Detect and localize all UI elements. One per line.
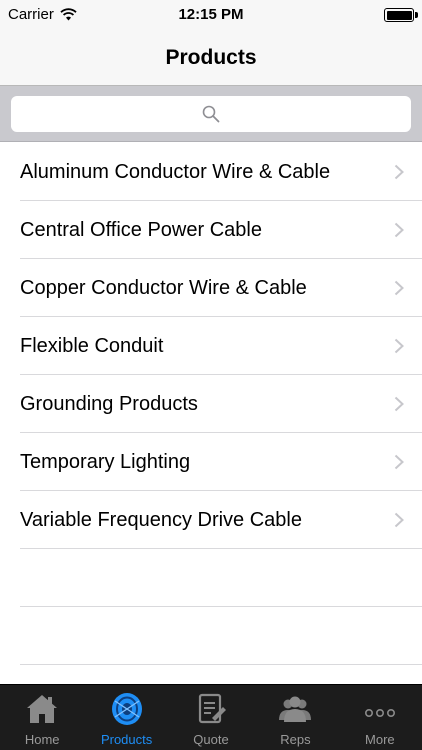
product-row[interactable]: Variable Frequency Drive Cable <box>0 491 422 549</box>
battery-icon <box>384 8 418 22</box>
search-input[interactable] <box>11 96 411 132</box>
cable-reel-icon <box>111 693 142 725</box>
empty-row <box>0 607 422 665</box>
more-icon <box>364 708 395 717</box>
battery-tip <box>415 12 418 18</box>
tab-label: Products <box>100 732 153 747</box>
product-row[interactable]: Aluminum Conductor Wire & Cable <box>0 143 422 201</box>
tab-more[interactable]: More <box>338 685 422 750</box>
product-row[interactable]: Central Office Power Cable <box>0 201 422 259</box>
quote-icon <box>198 693 227 724</box>
product-row[interactable]: Temporary Lighting <box>0 433 422 491</box>
tab-bar: Home Products Quote Reps More <box>0 684 422 750</box>
tab-quote[interactable]: Quote <box>169 685 253 750</box>
empty-row <box>0 549 422 607</box>
tab-home[interactable]: Home <box>0 685 84 750</box>
product-label: Grounding Products <box>20 392 198 415</box>
product-label: Temporary Lighting <box>20 450 191 473</box>
chevron-right-icon <box>394 396 404 412</box>
product-label: Variable Frequency Drive Cable <box>20 508 302 531</box>
product-list: Aluminum Conductor Wire & Cable Central … <box>0 143 422 665</box>
status-bar: Carrier 12:15 PM <box>0 0 422 30</box>
chevron-right-icon <box>394 222 404 238</box>
chevron-right-icon <box>394 512 404 528</box>
people-icon <box>279 696 312 722</box>
status-time: 12:15 PM <box>178 6 244 23</box>
tab-label: Reps <box>280 732 311 747</box>
battery-fill <box>386 10 412 20</box>
tab-products[interactable]: Products <box>84 685 168 750</box>
chevron-right-icon <box>394 280 404 296</box>
product-row[interactable]: Flexible Conduit <box>0 317 422 375</box>
chevron-right-icon <box>394 454 404 470</box>
chevron-right-icon <box>394 164 404 180</box>
product-row[interactable]: Copper Conductor Wire & Cable <box>0 259 422 317</box>
search-bar-container <box>0 86 422 142</box>
tab-label: Quote <box>193 732 229 747</box>
product-label: Flexible Conduit <box>20 334 164 357</box>
product-label: Central Office Power Cable <box>20 218 262 241</box>
product-label: Copper Conductor Wire & Cable <box>20 276 307 299</box>
product-label: Aluminum Conductor Wire & Cable <box>20 160 331 183</box>
search-icon <box>202 105 220 123</box>
page-title: Products <box>165 45 257 69</box>
tab-label: Home <box>24 732 60 747</box>
tab-label: More <box>365 732 395 747</box>
navigation-bar: Products <box>0 30 422 86</box>
home-icon <box>27 695 58 723</box>
chevron-right-icon <box>394 338 404 354</box>
tab-reps[interactable]: Reps <box>253 685 337 750</box>
product-row[interactable]: Grounding Products <box>0 375 422 433</box>
